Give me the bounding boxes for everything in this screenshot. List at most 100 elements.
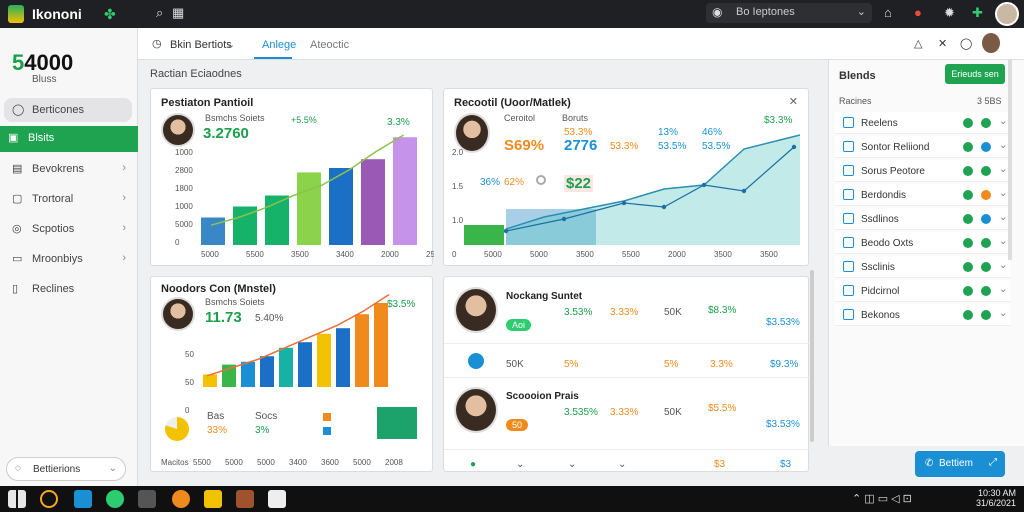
row1-c2: 3.33% (610, 307, 639, 318)
close-icon[interactable]: ✕ (938, 37, 947, 50)
sidebar-item-4[interactable]: ◎ Scpotios › (4, 217, 132, 241)
x-tick: Macitos (161, 458, 189, 467)
panel-item[interactable]: Berdondis ⌄ (835, 184, 1011, 206)
gear-icon[interactable]: ✹ (944, 5, 955, 21)
point (661, 204, 667, 210)
avatar (454, 387, 498, 433)
chevron-down-icon[interactable]: ⌄ (999, 260, 1007, 271)
item-icon (843, 189, 854, 200)
panel-item[interactable]: Pidcirnol ⌄ (835, 280, 1011, 302)
panel-item[interactable]: Beodo Oxts ⌄ (835, 232, 1011, 254)
panel-item[interactable]: Ssclinis ⌄ (835, 256, 1011, 278)
chevron-down-icon[interactable]: ⌄ (999, 212, 1007, 223)
list-icon: ▭ (12, 253, 23, 265)
bar (464, 225, 504, 245)
panel-item[interactable]: Reelens ⌄ (835, 112, 1011, 134)
chevron-down-icon[interactable]: ⌄ (999, 308, 1007, 319)
item-icon (843, 237, 854, 248)
sidebar-item-6[interactable]: ▯ Reclines (4, 277, 132, 301)
sidebar: 54000 Bluss ◯ Berticones ▣ Blsits ▤ Bevokre… (0, 28, 138, 486)
notification-icon[interactable]: ● (914, 5, 922, 20)
avatar[interactable] (982, 33, 1000, 53)
panel-item[interactable]: Bekonos ⌄ (835, 304, 1011, 326)
y-tick: 1000 (175, 148, 193, 157)
clock-icon: ◷ (152, 38, 162, 50)
footer-arrow[interactable]: ⌄ (618, 459, 626, 470)
x-tick: 5500 (193, 458, 211, 467)
game-icon[interactable] (236, 490, 254, 508)
scrollbar[interactable] (810, 270, 814, 442)
panel-button[interactable]: Erieuds sen (945, 64, 1005, 84)
start-icon[interactable] (8, 490, 26, 508)
clock-date: 31/6/2021 (975, 498, 1016, 508)
sidebar-footer-button[interactable]: ◌ Bettierions ⌄ (6, 457, 126, 481)
sidebar-item-3[interactable]: ▢ Trortoral › (4, 187, 132, 211)
chevron-down-icon[interactable]: ⌄ (999, 236, 1007, 247)
x-tick: 5500 (246, 250, 264, 259)
search-icon: ◉ (712, 5, 723, 19)
y-tick: 1.0 (452, 216, 464, 225)
status-dot (981, 310, 991, 320)
bar (298, 342, 312, 387)
search-icon[interactable]: ⌕ (156, 5, 163, 21)
tray-icons[interactable]: ⌃ ◫ ▭ ◁ ⊡ (852, 492, 912, 505)
row3-c1: 3.535% (564, 407, 598, 418)
footer-arrow[interactable]: ⌄ (568, 459, 576, 470)
chevron-down-icon[interactable]: ⌄ (999, 188, 1007, 199)
bar (279, 347, 293, 387)
tab-anlege[interactable]: Anlege (262, 39, 296, 51)
media-icon[interactable] (172, 490, 190, 508)
user-avatar[interactable] (995, 2, 1019, 26)
store-icon[interactable] (268, 490, 286, 508)
search-icon[interactable] (40, 490, 58, 508)
home-icon[interactable]: ⌂ (884, 5, 892, 20)
y-tick: 50 (185, 350, 194, 359)
row1-chip: Aoi (506, 319, 532, 331)
item-icon (843, 141, 854, 152)
chevron-down-icon[interactable]: ⌄ (999, 284, 1007, 295)
help-icon[interactable]: ◯ (960, 37, 972, 50)
row1-c5: $3.53% (766, 317, 800, 328)
sidebar-item-5[interactable]: ▭ Mroonbiys › (4, 247, 132, 271)
panel-item[interactable]: Sontor Reliiond ⌄ (835, 136, 1011, 158)
footer-val: $3 (780, 459, 792, 470)
panel-item-label: Ssdlinos (861, 214, 899, 225)
sidebar-item-label: Berticones (32, 104, 84, 116)
sidebar-big-sub: Bluss (32, 74, 57, 85)
status-dot (963, 190, 973, 200)
task-view-icon[interactable] (74, 490, 92, 508)
panel-item[interactable]: Sorus Peotore ⌄ (835, 160, 1011, 182)
clock[interactable]: 10:30 AM 31/6/2021 (960, 488, 1016, 508)
footer-arrow[interactable]: ⌄ (516, 459, 524, 470)
alert-icon[interactable]: △ (914, 37, 922, 50)
row2-c3: 5% (664, 359, 679, 370)
header-select[interactable]: Bkin Bertiots (170, 39, 232, 51)
folder-icon[interactable] (204, 490, 222, 508)
footer-val: $3 (714, 459, 726, 470)
browser-icon[interactable] (106, 490, 124, 508)
status-dot (963, 166, 973, 176)
tab-ateoctic[interactable]: Ateoctic (310, 39, 349, 51)
sidebar-item-1[interactable]: ▣ Blsits (0, 126, 138, 152)
status-dot (963, 238, 973, 248)
menu-icon[interactable]: ▦ (172, 5, 184, 21)
chevron-down-icon[interactable]: ⌄ (999, 140, 1007, 151)
scrollbar[interactable] (1008, 60, 1012, 260)
item-icon (843, 213, 854, 224)
panel-item[interactable]: Ssdlinos ⌄ (835, 208, 1011, 230)
app-icon[interactable] (138, 490, 156, 508)
pin-icon[interactable]: ✚ (972, 5, 983, 21)
area-fill (506, 135, 800, 245)
status-dot (981, 286, 991, 296)
sidebar-item-0[interactable]: ◯ Berticones (4, 98, 132, 122)
divider (444, 449, 810, 450)
panel-item-label: Sorus Peotore (861, 166, 925, 177)
search-box[interactable]: ◉ Bo Ieptones ⌄ (706, 3, 872, 23)
row3-c2: 3.33% (610, 407, 639, 418)
panel-item-label: Sontor Reliiond (861, 142, 930, 153)
chat-button[interactable]: ✆ Bettiem ⤢ (915, 451, 1005, 477)
chevron-down-icon[interactable]: ⌄ (999, 164, 1007, 175)
sidebar-item-label: Mroonbiys (32, 253, 83, 265)
chevron-down-icon[interactable]: ⌄ (999, 116, 1007, 127)
sidebar-item-2[interactable]: ▤ Bevokrens › (4, 157, 132, 181)
